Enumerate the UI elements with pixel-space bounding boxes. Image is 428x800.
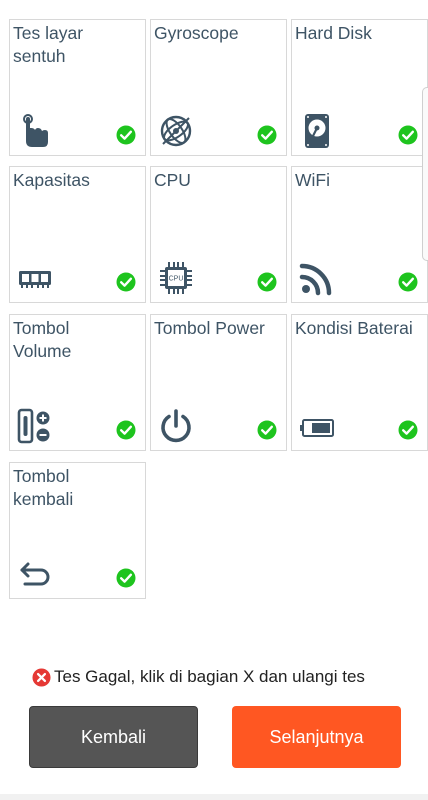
bottom-edge [0, 794, 428, 800]
status-text: Tes Gagal, klik di bagian X dan ulangi t… [54, 667, 365, 686]
tile-capacity[interactable]: Kapasitas [9, 166, 146, 303]
test-status-message: Tes Gagal, klik di bagian X dan ulangi t… [32, 665, 365, 689]
tile-gyroscope[interactable]: Gyroscope [150, 19, 287, 156]
tile-touch-screen[interactable]: Tes layar sentuh [9, 19, 146, 156]
tile-power-button[interactable]: Tombol Power [150, 314, 287, 451]
check-icon [116, 272, 136, 292]
tile-hard-disk[interactable]: Hard Disk [291, 19, 428, 156]
hard-disk-icon [299, 113, 335, 149]
volume-buttons-icon [17, 408, 53, 444]
check-icon [257, 420, 277, 440]
back-arrow-icon [17, 556, 53, 592]
tile-label: Gyroscope [154, 23, 239, 43]
cpu-chip-text: CPU [169, 276, 184, 283]
power-icon [158, 408, 194, 444]
tile-label: Kondisi Baterai [295, 318, 413, 338]
tile-back-button[interactable]: Tombol kembali [9, 462, 146, 599]
cpu-chip-icon: CPU [158, 260, 194, 296]
tile-cpu[interactable]: CPU CPU [150, 166, 287, 303]
tile-label: Tombol Volume [13, 318, 72, 361]
check-icon [398, 125, 418, 145]
battery-icon [299, 408, 335, 444]
check-icon [116, 125, 136, 145]
memory-ram-icon [17, 260, 53, 296]
error-x-icon[interactable] [32, 667, 51, 687]
check-icon [116, 420, 136, 440]
test-grid: Tes layar sentuh Gyroscope Hard Disk Kap… [0, 0, 428, 620]
tile-label: Tombol kembali [13, 466, 74, 509]
tile-label: Kapasitas [13, 170, 90, 190]
tile-label: WiFi [295, 170, 330, 190]
gyroscope-icon [158, 113, 194, 149]
check-icon [398, 272, 418, 292]
tile-label: Tombol Power [154, 318, 265, 338]
check-icon [398, 420, 418, 440]
wifi-icon [299, 260, 335, 296]
back-button[interactable]: Kembali [29, 706, 198, 768]
next-button[interactable]: Selanjutnya [232, 706, 401, 768]
check-icon [257, 125, 277, 145]
edge-panel-handle[interactable] [422, 87, 428, 261]
tile-wifi[interactable]: WiFi [291, 166, 428, 303]
tile-label: CPU [154, 170, 191, 190]
check-icon [116, 568, 136, 588]
tile-volume-button[interactable]: Tombol Volume [9, 314, 146, 451]
tile-label: Hard Disk [295, 23, 372, 43]
tile-label: Tes layar sentuh [13, 23, 84, 66]
check-icon [257, 272, 277, 292]
touch-tap-icon [17, 113, 53, 149]
tile-battery-condition[interactable]: Kondisi Baterai [291, 314, 428, 451]
